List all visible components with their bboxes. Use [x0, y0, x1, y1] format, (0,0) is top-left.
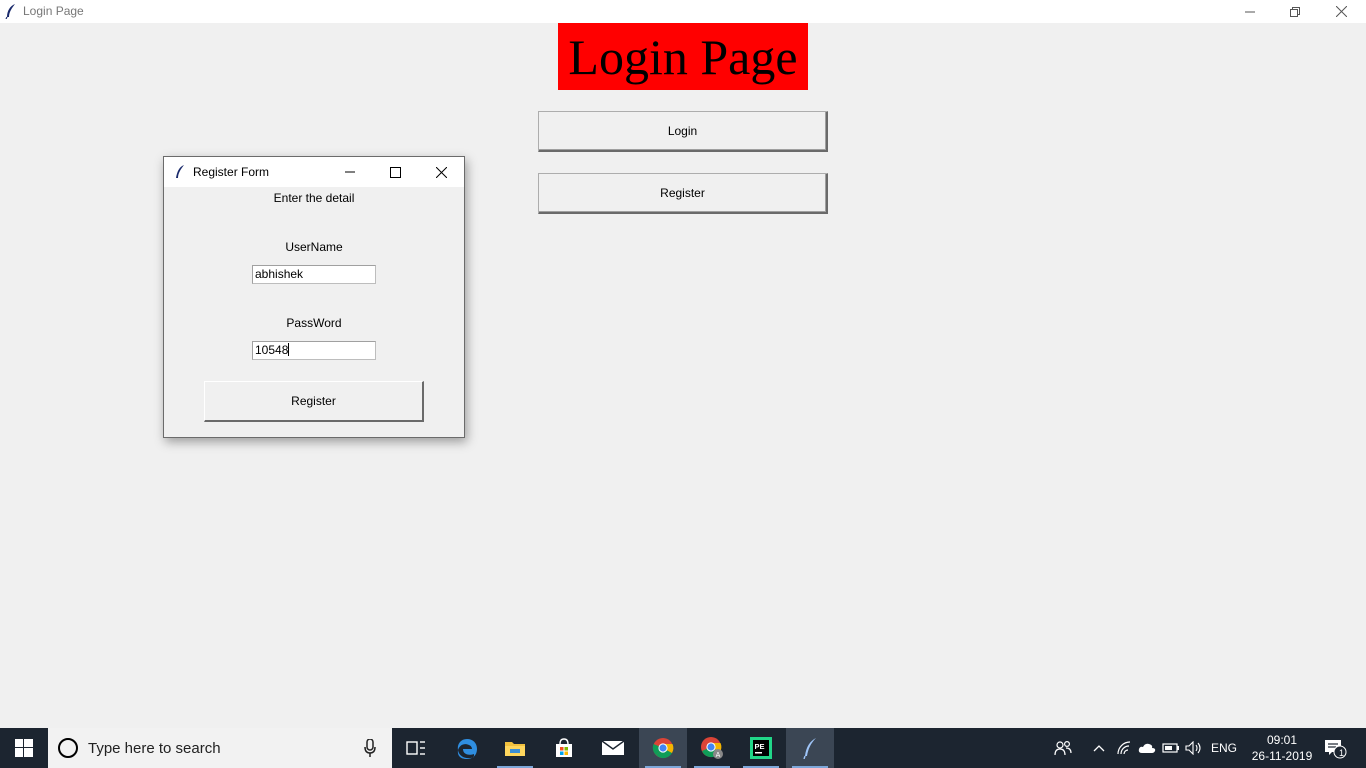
restore-button[interactable]	[1272, 0, 1318, 23]
password-value: 10548	[255, 343, 289, 357]
people-button[interactable]	[1050, 728, 1076, 768]
task-view-button[interactable]	[392, 728, 440, 768]
show-hidden-icons-button[interactable]	[1090, 728, 1108, 768]
close-icon	[1335, 6, 1347, 17]
svg-text:A: A	[716, 752, 721, 759]
taskbar-python-tk[interactable]	[786, 728, 834, 768]
mail-icon	[601, 740, 625, 755]
pycharm-edu-icon: PE	[750, 737, 772, 759]
people-icon	[1054, 740, 1072, 756]
dialog-minimize-button[interactable]	[327, 157, 373, 187]
taskbar-file-explorer[interactable]	[491, 728, 539, 768]
register-form-dialog: Register Form Enter the detail UserName …	[163, 156, 465, 438]
start-button[interactable]	[0, 728, 48, 768]
microphone-icon[interactable]	[364, 739, 376, 757]
action-center-button[interactable]: 1	[1320, 728, 1350, 768]
volume-button[interactable]	[1184, 728, 1204, 768]
taskbar: Type here to search A PE ENG 09:01 26-11…	[0, 728, 1366, 768]
taskbar-chrome-profile[interactable]: A	[688, 728, 736, 768]
store-icon	[556, 738, 572, 757]
maximize-icon	[389, 166, 401, 178]
taskbar-store[interactable]	[540, 728, 588, 768]
clock-date: 26-11-2019	[1251, 749, 1313, 763]
dialog-register-button[interactable]: Register	[204, 381, 424, 422]
instruction-label: Enter the detail	[273, 191, 355, 205]
page-heading: Login Page	[558, 23, 808, 90]
taskbar-search-box[interactable]: Type here to search	[48, 728, 392, 768]
username-label: UserName	[285, 240, 343, 254]
dialog-close-button[interactable]	[418, 157, 464, 187]
battery-icon	[1162, 743, 1179, 753]
taskbar-edge[interactable]	[443, 728, 491, 768]
clock-time: 09:01	[1266, 733, 1298, 747]
password-input[interactable]: 10548	[252, 341, 376, 360]
search-placeholder: Type here to search	[88, 740, 221, 757]
dialog-title: Register Form	[193, 165, 270, 179]
text-caret	[288, 343, 290, 356]
taskbar-pycharm-edu[interactable]: PE	[737, 728, 785, 768]
file-explorer-icon	[505, 742, 525, 756]
edge-icon	[457, 739, 477, 759]
chrome-icon	[652, 738, 674, 759]
window-title: Login Page	[23, 4, 84, 18]
username-value: abhishek	[255, 267, 304, 281]
chrome-profile-icon: A	[701, 737, 723, 759]
wifi-icon	[1117, 741, 1131, 755]
notification-count: 1	[1339, 748, 1345, 758]
clock[interactable]: 09:01 26-11-2019	[1244, 732, 1320, 764]
speaker-icon	[1185, 741, 1201, 755]
cortana-icon	[58, 738, 78, 758]
close-button[interactable]	[1318, 0, 1364, 23]
cloud-icon	[1138, 743, 1156, 753]
feather-icon	[5, 4, 15, 19]
dialog-maximize-button[interactable]	[372, 157, 418, 187]
minimize-button[interactable]	[1227, 0, 1273, 23]
register-button[interactable]: Register	[538, 173, 828, 214]
feather-icon	[176, 165, 184, 178]
restore-icon	[1290, 6, 1300, 17]
dialog-titlebar[interactable]: Register Form	[164, 157, 464, 187]
task-view-icon	[406, 741, 425, 755]
minimize-icon	[345, 171, 355, 173]
network-button[interactable]	[1114, 728, 1134, 768]
login-button[interactable]: Login	[538, 111, 828, 152]
password-label: PassWord	[286, 316, 342, 330]
taskbar-mail[interactable]	[589, 728, 637, 768]
svg-text:PE: PE	[755, 742, 765, 751]
battery-button[interactable]	[1160, 728, 1182, 768]
python-tk-icon	[803, 738, 816, 759]
minimize-icon	[1245, 11, 1255, 12]
username-input[interactable]: abhishek	[252, 265, 376, 284]
language-indicator[interactable]: ENG	[1208, 728, 1240, 768]
chevron-up-icon	[1093, 745, 1105, 752]
onedrive-button[interactable]	[1136, 728, 1158, 768]
taskbar-chrome[interactable]	[639, 728, 687, 768]
close-icon	[435, 166, 447, 178]
windows-icon	[15, 739, 33, 757]
main-titlebar: Login Page	[0, 0, 1366, 23]
